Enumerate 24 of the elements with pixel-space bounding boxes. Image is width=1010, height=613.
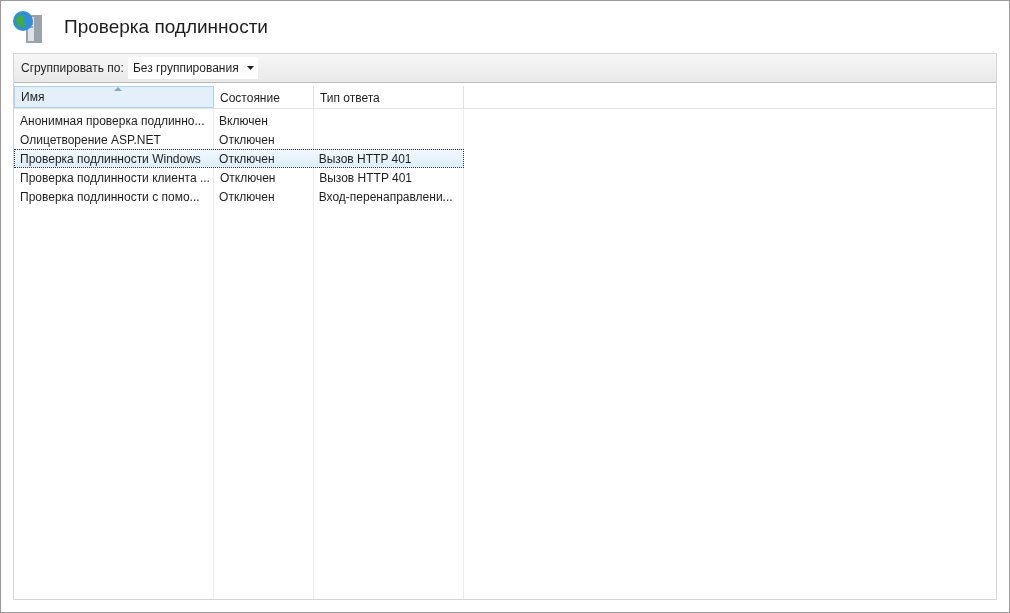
table-cell-text: Вызов HTTP 401 — [317, 151, 413, 166]
table-cell-text: Отключен — [218, 189, 276, 204]
table-cell-text: Вход-перенаправлени... — [317, 189, 454, 204]
table-cell-text: Отключен — [218, 132, 276, 147]
table-cell-text: Проверка подлинности Windows — [19, 151, 202, 166]
table-cell-text: Отключен — [218, 151, 276, 166]
page-title: Проверка подлинности — [64, 16, 268, 38]
table-row[interactable]: Проверка подлинности клиента ... Отключен Вызов HTTP 401 — [14, 168, 464, 187]
group-by-label: Сгруппировать по: — [21, 61, 124, 75]
table-row[interactable]: Анонимная проверка подлинно... Включен — [14, 111, 464, 130]
table-cell-text: Проверка подлинности клиента ... — [19, 170, 211, 185]
group-by-dropdown[interactable]: Без группирования — [127, 57, 258, 79]
column-header[interactable]: Имя — [14, 86, 214, 108]
table-row[interactable]: Олицетворение ASP.NET Отключен — [14, 130, 464, 149]
table-cell-text: Вызов HTTP 401 — [318, 170, 414, 185]
sort-arrow-icon — [114, 87, 122, 91]
table-cell-text: Анонимная проверка подлинно... — [19, 113, 206, 128]
table-row[interactable]: Проверка подлинности с помо... Отключен Вход-перенаправлени... — [14, 187, 464, 206]
caret-icon — [246, 66, 254, 70]
table-cell-text: Включен — [218, 113, 269, 128]
table-cell-text: Олицетворение ASP.NET — [19, 132, 162, 147]
table-cell-text: Проверка подлинности с помо... — [19, 189, 201, 204]
table-cell-text: Отключен — [218, 170, 277, 185]
selected-row[interactable]: Проверка подлинности Windows Отключен Вызов HTTP 401 — [14, 149, 464, 168]
